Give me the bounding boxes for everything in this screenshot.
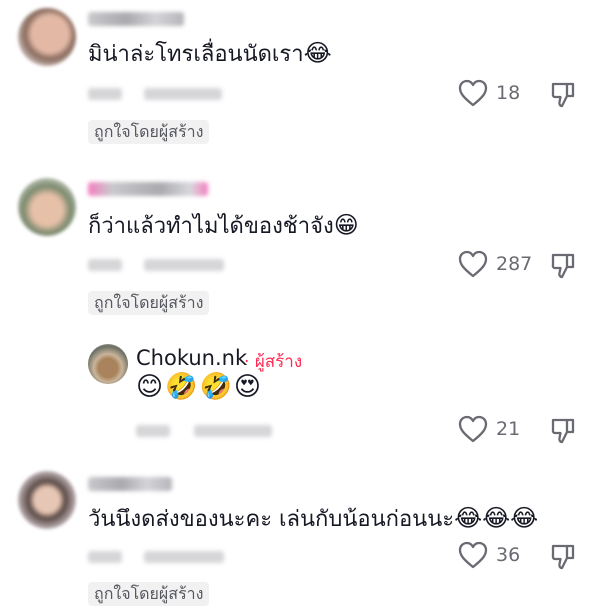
comment-emoji: 😂 — [303, 39, 332, 67]
like-button[interactable]: 18 — [458, 79, 520, 107]
thumbs-down-outline-icon[interactable] — [549, 251, 577, 279]
comment-2: ก็ว่าแล้วทำไมได้ของช้าจัง😁 287 ถูกใจโดยผ… — [0, 170, 600, 330]
avatar[interactable] — [18, 8, 76, 66]
comment-text: วันนึงดส่งของนะคะ เล่นกับน้อนก่อนนะ😂😂😂 — [88, 503, 538, 535]
username-blurred[interactable] — [88, 477, 172, 491]
reply-text: 😊🤣🤣😍 — [136, 372, 263, 402]
comment-text-content: ก็ว่าแล้วทำไมได้ของช้าจัง — [88, 214, 334, 239]
avatar[interactable] — [18, 178, 76, 236]
timestamp-blurred — [88, 88, 122, 100]
thumbs-down-outline-icon[interactable] — [549, 416, 577, 444]
like-button[interactable]: 21 — [458, 415, 520, 443]
creator-tag: · ผู้สร้าง — [244, 348, 302, 375]
liked-by-creator-badge: ถูกใจโดยผู้สร้าง — [88, 291, 210, 315]
reply-link-blurred[interactable] — [144, 88, 222, 100]
heart-outline-icon — [458, 541, 488, 569]
thumbs-down-outline-icon[interactable] — [549, 542, 577, 570]
liked-by-creator-badge: ถูกใจโดยผู้สร้าง — [88, 120, 210, 144]
comment-emoji: 😁 — [333, 211, 359, 239]
heart-outline-icon — [458, 250, 488, 278]
heart-outline-icon — [458, 79, 488, 107]
comment-3: วันนึงดส่งของนะคะ เล่นกับน้อนก่อนนะ😂😂😂 3… — [0, 465, 600, 614]
creator-reply: Chokun.nk · ผู้สร้าง 😊🤣🤣😍 21 — [0, 338, 600, 448]
timestamp-blurred — [88, 259, 122, 271]
avatar[interactable] — [88, 344, 128, 384]
liked-by-creator-badge: ถูกใจโดยผู้สร้าง — [88, 582, 210, 606]
timestamp-blurred — [136, 425, 170, 437]
comment-text: ก็ว่าแล้วทำไมได้ของช้าจัง😁 — [88, 210, 359, 242]
creator-label: ผู้สร้าง — [254, 352, 303, 372]
tag-separator: · — [244, 352, 250, 372]
comment-text: มิน่าล่ะโทรเลื่อนนัดเรา😂 — [88, 38, 332, 70]
comment-emoji: 😂😂😂 — [454, 504, 539, 532]
comment-1: มิน่าล่ะโทรเลื่อนนัดเรา😂 18 ถูกใจโดยผู้ส… — [0, 0, 600, 150]
heart-outline-icon — [458, 415, 488, 443]
username-blurred[interactable] — [88, 182, 208, 196]
like-count: 21 — [496, 418, 521, 440]
reply-link-blurred[interactable] — [144, 259, 224, 271]
like-count: 287 — [496, 253, 533, 275]
reply-username[interactable]: Chokun.nk — [136, 346, 247, 370]
reply-link-blurred[interactable] — [144, 551, 224, 563]
username-blurred[interactable] — [88, 12, 184, 26]
thumbs-down-outline-icon[interactable] — [549, 80, 577, 108]
like-button[interactable]: 36 — [458, 541, 520, 569]
like-count: 18 — [496, 82, 521, 104]
like-button[interactable]: 287 — [458, 250, 532, 278]
comment-text-content: วันนึงดส่งของนะคะ เล่นกับน้อนก่อนนะ — [88, 507, 455, 532]
comment-text-content: มิน่าล่ะโทรเลื่อนนัดเรา — [88, 42, 304, 67]
reply-link-blurred[interactable] — [194, 425, 272, 437]
like-count: 36 — [496, 544, 521, 566]
avatar[interactable] — [18, 471, 76, 529]
reply-username-text: Chokun.nk — [136, 346, 248, 370]
timestamp-blurred — [88, 551, 122, 563]
